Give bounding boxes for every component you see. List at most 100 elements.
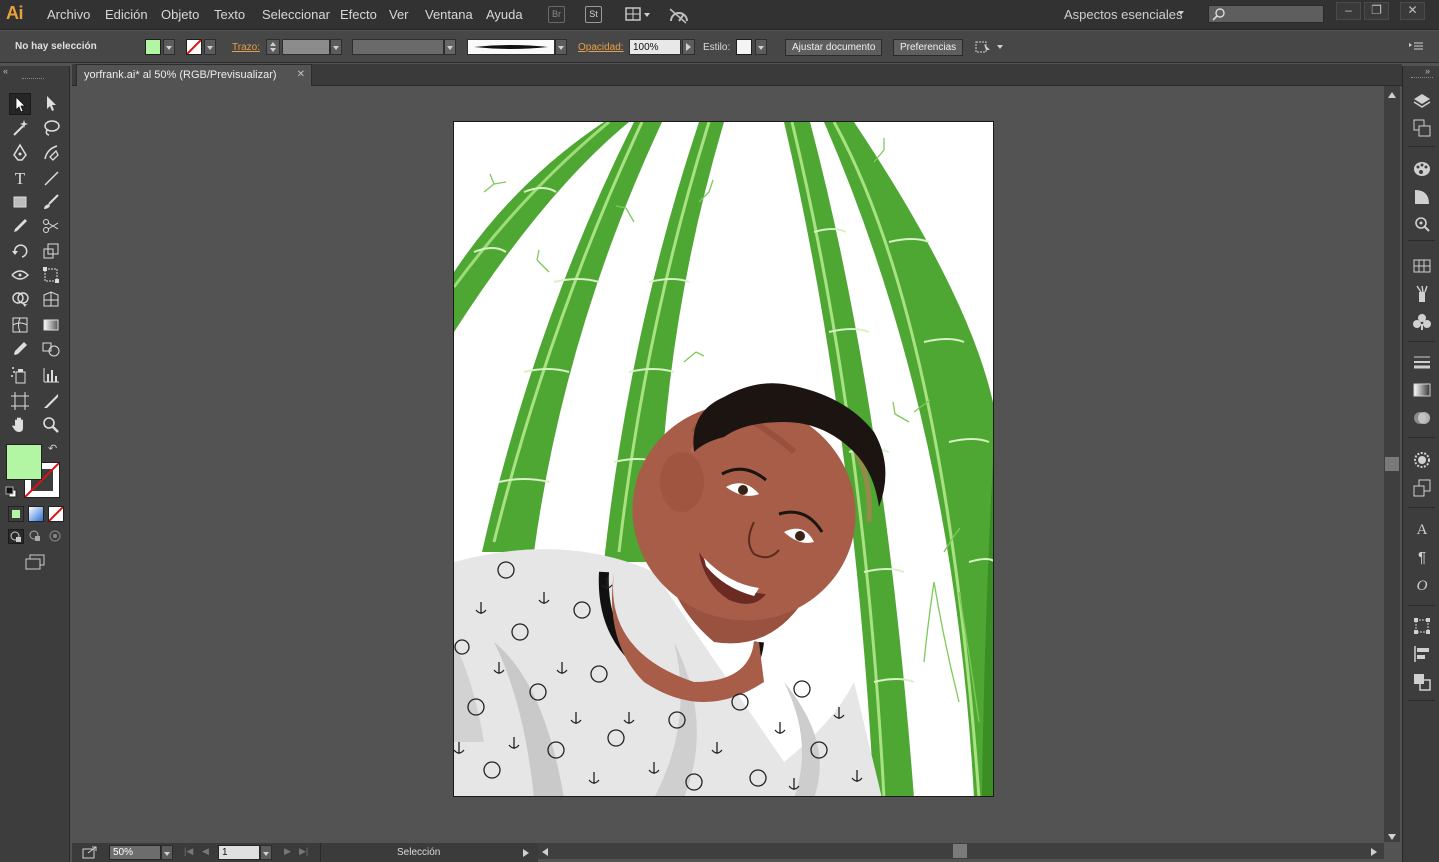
workspace-switcher[interactable]: Aspectos esenciales [1064, 7, 1183, 22]
pencil-tool-icon[interactable] [9, 216, 31, 238]
scissors-tool-icon[interactable] [40, 216, 62, 238]
scale-tool-icon[interactable] [40, 241, 62, 263]
status-menu-arrow[interactable] [522, 847, 530, 861]
align-icon[interactable] [1412, 644, 1432, 664]
previous-artboard-icon[interactable]: ◀ [202, 846, 209, 857]
graphic-style-swatch[interactable] [736, 39, 752, 55]
scroll-right-icon[interactable] [1370, 846, 1378, 860]
document-tab[interactable]: yorfrank.ai* al 50% (RGB/Previsualizar) … [76, 64, 312, 86]
arrange-documents-icon[interactable] [625, 6, 653, 23]
curvature-tool-icon[interactable] [40, 143, 62, 165]
screen-mode-icon[interactable] [24, 554, 46, 570]
gradient-tool-icon[interactable] [40, 315, 62, 337]
symbols-icon[interactable] [1412, 312, 1432, 332]
dock-collapse-icon[interactable]: » [1425, 66, 1430, 76]
brush-definition-field[interactable] [467, 39, 555, 55]
close-icon[interactable]: ✕ [297, 69, 305, 80]
rectangle-tool-icon[interactable] [9, 192, 31, 214]
artboard[interactable] [453, 121, 994, 797]
gpu-performance-icon[interactable] [668, 6, 690, 24]
menu-edicion[interactable]: Edición [105, 7, 148, 22]
opacity-label[interactable]: Opacidad: [578, 42, 624, 53]
artboards-icon[interactable] [1412, 118, 1432, 138]
menu-objeto[interactable]: Objeto [161, 7, 199, 22]
zoom-tool-icon[interactable] [40, 415, 62, 437]
minimize-button[interactable]: – [1336, 2, 1361, 20]
stroke-dropdown[interactable] [204, 39, 216, 55]
layers-icon[interactable] [1412, 91, 1432, 111]
graphic-style-dropdown[interactable] [755, 39, 767, 55]
last-artboard-icon[interactable]: ▶| [299, 846, 308, 857]
menu-ventana[interactable]: Ventana [425, 7, 473, 22]
menu-ayuda[interactable]: Ayuda [486, 7, 523, 22]
scroll-left-icon[interactable] [541, 846, 549, 860]
color-guide-icon[interactable] [1412, 159, 1432, 179]
rotate-tool-icon[interactable] [9, 241, 31, 263]
stroke-weight-dropdown[interactable] [330, 39, 342, 55]
scroll-up-icon[interactable] [1387, 88, 1397, 102]
pen-tool-icon[interactable] [9, 143, 31, 165]
artboard-dropdown[interactable] [260, 845, 272, 860]
gradient-mode-button[interactable] [28, 506, 44, 522]
isolate-mode-icon[interactable] [974, 39, 1004, 55]
direct-selection-tool-icon[interactable] [40, 93, 62, 115]
swatches-icon[interactable] [1412, 256, 1432, 276]
zoom-dropdown[interactable] [161, 845, 173, 860]
close-button[interactable]: ✕ [1400, 2, 1425, 20]
slice-tool-icon[interactable] [40, 391, 62, 413]
opacity-field[interactable]: 100% [629, 39, 681, 55]
links-icon[interactable] [1412, 214, 1432, 234]
panel-grip[interactable] [22, 78, 44, 81]
transform-icon[interactable] [1412, 616, 1432, 636]
selection-tool-icon[interactable] [9, 93, 31, 115]
draw-inside-icon[interactable] [48, 529, 64, 544]
scroll-down-icon[interactable] [1387, 830, 1397, 844]
variable-width-dropdown[interactable] [444, 39, 456, 55]
preferences-button[interactable]: Preferencias [893, 39, 964, 56]
menu-texto[interactable]: Texto [214, 7, 245, 22]
shape-builder-tool-icon[interactable] [9, 289, 31, 311]
first-artboard-icon[interactable]: |◀ [184, 846, 193, 857]
fill-dropdown[interactable] [163, 39, 175, 55]
vertical-scrollbar[interactable] [1384, 86, 1400, 842]
fit-document-button[interactable]: Ajustar documento [785, 39, 883, 56]
opacity-slider-arrow[interactable] [682, 39, 695, 55]
stroke-swatch[interactable] [186, 39, 202, 55]
paintbrush-tool-icon[interactable] [40, 192, 62, 214]
panel-menu-icon[interactable] [1408, 40, 1424, 54]
gradient-swatch-icon[interactable] [1412, 380, 1432, 400]
gradient-panel-icon[interactable] [1412, 187, 1432, 207]
menu-archivo[interactable]: Archivo [47, 7, 90, 22]
lasso-tool-icon[interactable] [40, 118, 62, 140]
stroke-panel-icon[interactable] [1412, 352, 1432, 372]
line-segment-tool-icon[interactable] [40, 168, 62, 190]
character-icon[interactable]: A [1412, 520, 1432, 540]
appearance-icon[interactable] [1412, 450, 1432, 470]
fill-color-swatch-front[interactable] [6, 444, 42, 480]
vertical-scroll-thumb[interactable] [1385, 457, 1399, 471]
opentype-icon[interactable]: O [1412, 576, 1432, 596]
menu-efecto[interactable]: Efecto [340, 7, 377, 22]
stroke-weight-stepper[interactable] [266, 39, 280, 55]
width-tool-icon[interactable] [9, 265, 31, 287]
artboard-number-field[interactable]: 1 [218, 845, 260, 860]
panel-collapse-icon[interactable]: « [3, 66, 19, 76]
draw-normal-icon[interactable] [8, 529, 24, 544]
menu-seleccionar[interactable]: Seleccionar [262, 7, 330, 22]
none-mode-button[interactable] [48, 506, 64, 522]
free-transform-tool-icon[interactable] [40, 265, 62, 287]
next-artboard-icon[interactable]: ▶ [284, 846, 291, 857]
eyedropper-tool-icon[interactable] [9, 339, 31, 361]
export-icon[interactable] [82, 845, 98, 862]
stroke-weight-label[interactable]: Trazo: [232, 42, 260, 53]
stock-icon[interactable]: St [585, 6, 602, 23]
mesh-tool-icon[interactable] [9, 315, 31, 337]
default-colors-icon[interactable] [5, 486, 17, 498]
type-tool-icon[interactable]: T [9, 168, 31, 190]
draw-behind-icon[interactable] [28, 529, 44, 544]
paragraph-icon[interactable]: ¶ [1412, 548, 1432, 568]
variable-width-profile[interactable] [352, 39, 444, 55]
horizontal-scroll-thumb[interactable] [953, 844, 967, 858]
swap-colors-icon[interactable]: ↶ [48, 442, 62, 456]
transparency-icon[interactable] [1412, 408, 1432, 428]
